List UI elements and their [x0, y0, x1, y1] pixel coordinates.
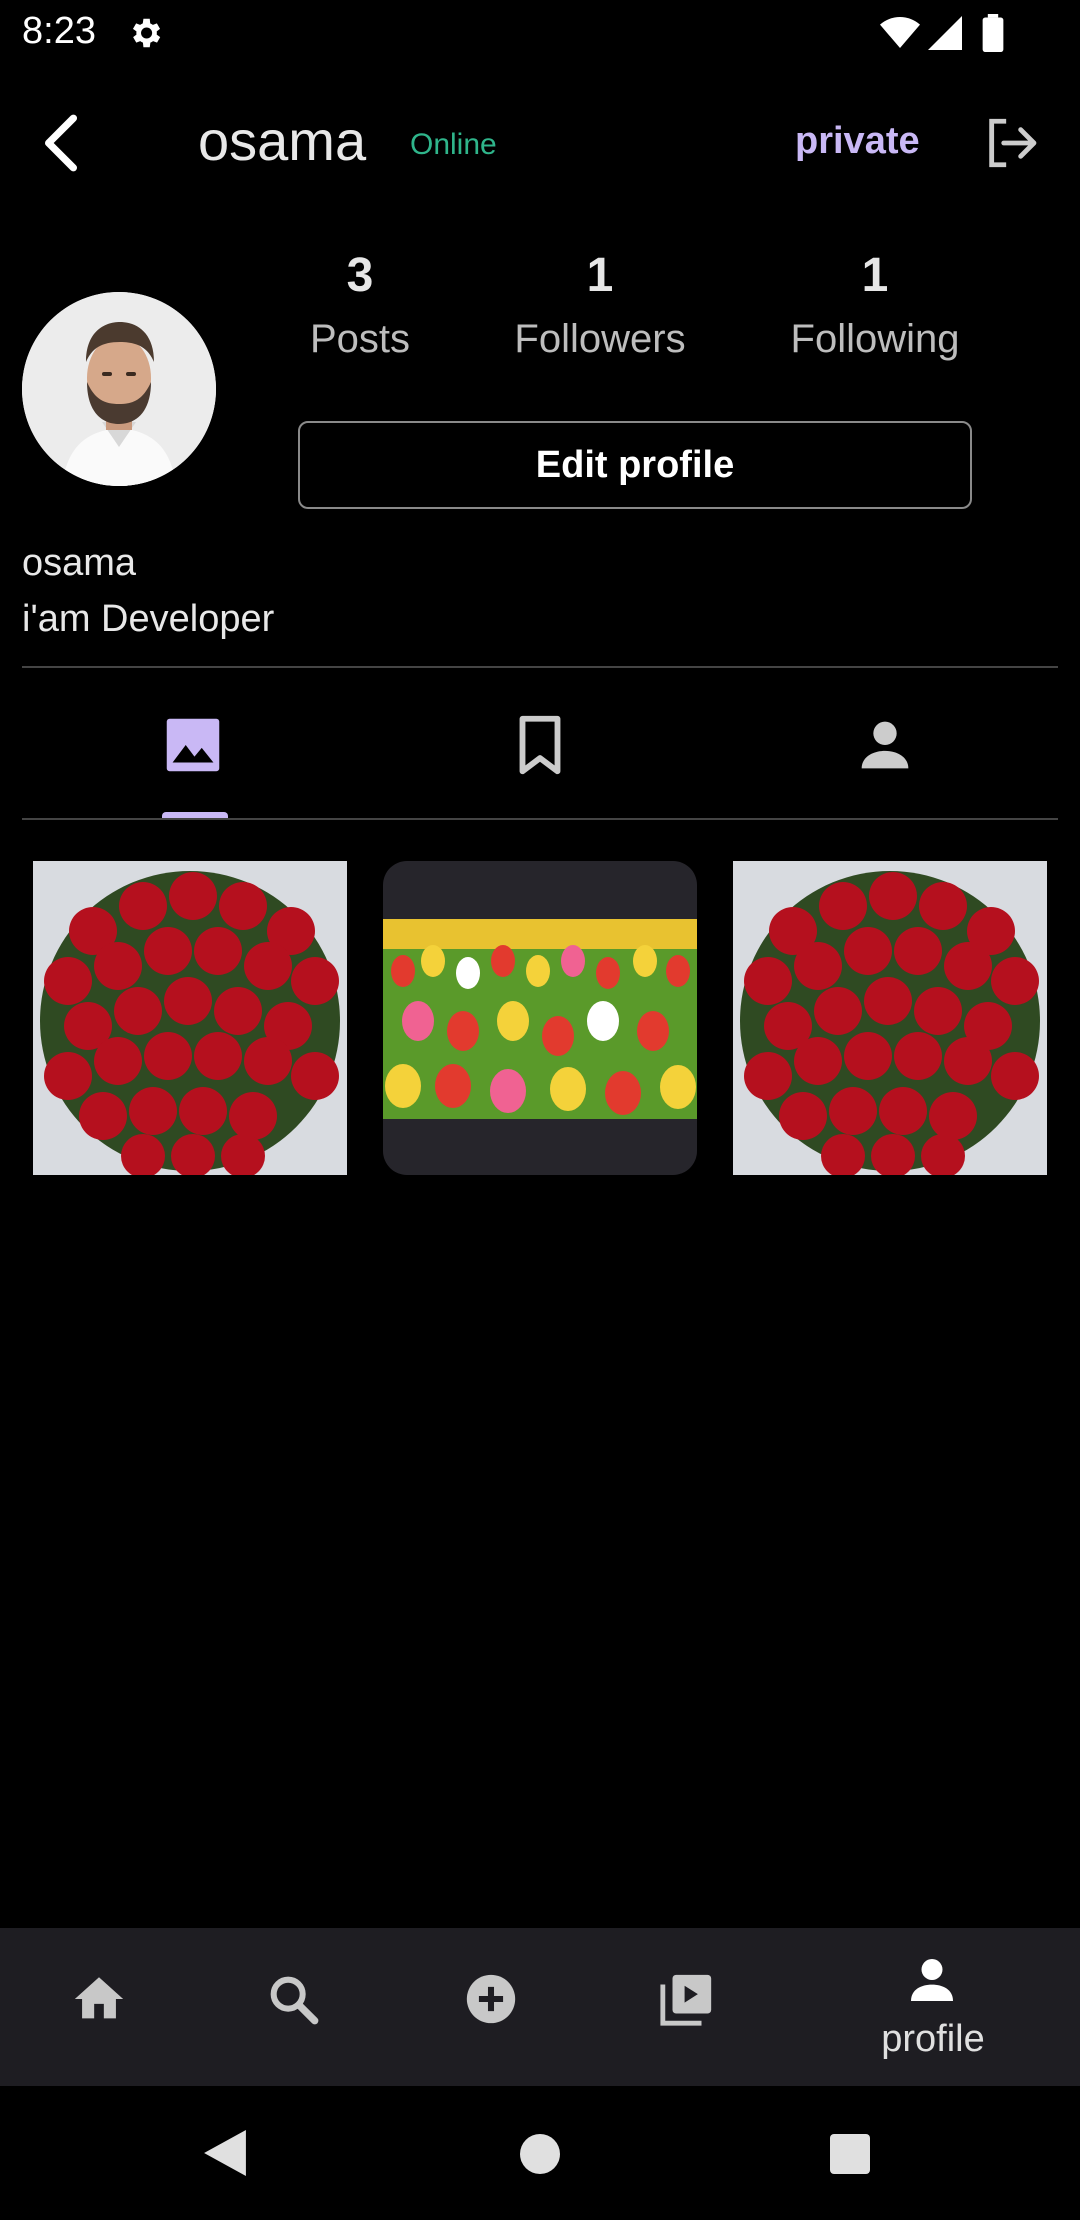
back-arrow-icon[interactable]	[36, 112, 86, 174]
bio: i'am Developer	[22, 598, 275, 640]
search-icon[interactable]	[264, 1970, 322, 2028]
roses-image	[33, 861, 347, 1175]
edit-profile-button[interactable]: Edit profile	[298, 421, 972, 509]
status-time: 8:23	[22, 10, 96, 52]
tab-saved-bookmark-icon[interactable]	[505, 710, 575, 780]
logout-icon[interactable]	[982, 114, 1040, 172]
divider	[22, 666, 1058, 668]
online-status: Online	[410, 128, 497, 161]
video-library-icon[interactable]	[658, 1970, 716, 2028]
post-thumbnail[interactable]	[383, 861, 697, 1175]
system-back-icon[interactable]	[204, 2130, 246, 2176]
profile-username: osama	[198, 109, 367, 172]
post-thumbnail[interactable]	[33, 861, 347, 1175]
avatar[interactable]	[22, 292, 216, 486]
person-icon[interactable]	[904, 1952, 960, 2008]
privacy-toggle[interactable]: private	[795, 120, 920, 163]
system-home-icon[interactable]	[520, 2134, 560, 2174]
followers-label: Followers	[514, 317, 686, 361]
add-circle-icon[interactable]	[462, 1970, 520, 2028]
roses-image	[733, 861, 1047, 1175]
followers-stat[interactable]: 1 Followers	[480, 248, 720, 362]
wifi-icon	[880, 17, 920, 48]
posts-count: 3	[346, 249, 374, 302]
signal-icon	[928, 16, 962, 50]
settings-gear-icon	[132, 18, 161, 48]
nav-profile-label[interactable]: profile	[860, 2018, 1006, 2061]
battery-icon	[982, 14, 1004, 52]
system-recents-icon[interactable]	[830, 2134, 870, 2174]
avatar-photo	[22, 292, 216, 486]
tab-tagged-person-icon[interactable]	[850, 710, 920, 780]
tabs-divider	[22, 818, 1058, 820]
following-count: 1	[861, 249, 889, 302]
posts-stat[interactable]: 3 Posts	[290, 248, 430, 362]
post-thumbnail[interactable]	[733, 861, 1047, 1175]
following-label: Following	[790, 317, 960, 361]
followers-count: 1	[586, 249, 614, 302]
tulips-image	[383, 919, 697, 1119]
display-name: osama	[22, 542, 137, 584]
home-icon[interactable]	[70, 1970, 128, 2028]
tab-posts-image-icon[interactable]	[158, 710, 228, 780]
following-stat[interactable]: 1 Following	[770, 248, 980, 362]
posts-label: Posts	[309, 317, 411, 361]
